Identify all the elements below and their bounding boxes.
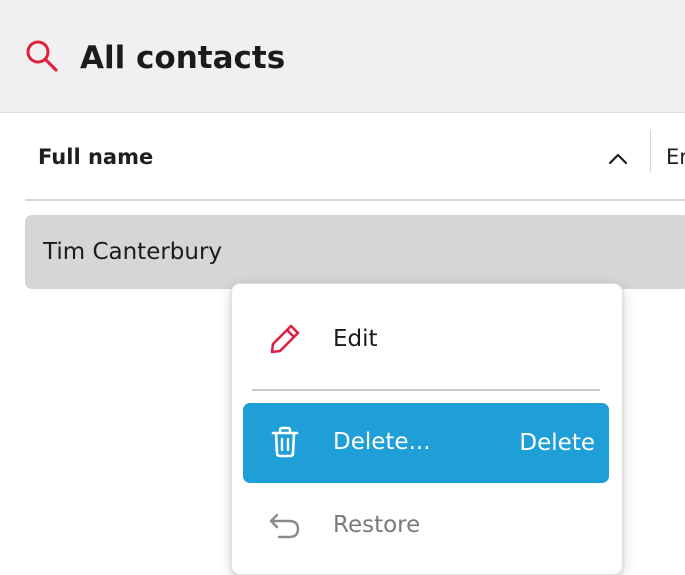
menu-item-edit[interactable]: Edit	[243, 300, 609, 378]
sort-ascending-icon[interactable]	[605, 146, 631, 172]
menu-separator	[252, 389, 600, 391]
page-header: All contacts	[0, 0, 685, 112]
column-header-email[interactable]: Er	[666, 143, 685, 171]
menu-item-shortcut: Delete	[519, 430, 595, 456]
trash-icon	[271, 426, 299, 458]
page-title: All contacts	[80, 40, 286, 76]
row-full-name: Tim Canterbury	[43, 239, 223, 265]
column-header-divider	[25, 199, 685, 201]
menu-item-delete[interactable]: Delete... Delete	[243, 403, 609, 483]
search-icon[interactable]	[24, 38, 60, 74]
undo-icon	[269, 513, 300, 539]
menu-item-restore[interactable]: Restore	[243, 486, 609, 564]
menu-item-label: Restore	[333, 512, 421, 538]
context-menu: Edit Delete... Delete Restore	[231, 283, 623, 575]
table-column-header: Full name Er	[0, 113, 685, 199]
column-header-full-name[interactable]: Full name	[38, 143, 153, 171]
pencil-icon	[270, 324, 300, 354]
column-resize-handle[interactable]	[650, 130, 651, 172]
menu-item-label: Edit	[333, 326, 378, 352]
menu-item-label: Delete...	[333, 429, 431, 455]
table-row[interactable]: Tim Canterbury	[25, 215, 685, 289]
